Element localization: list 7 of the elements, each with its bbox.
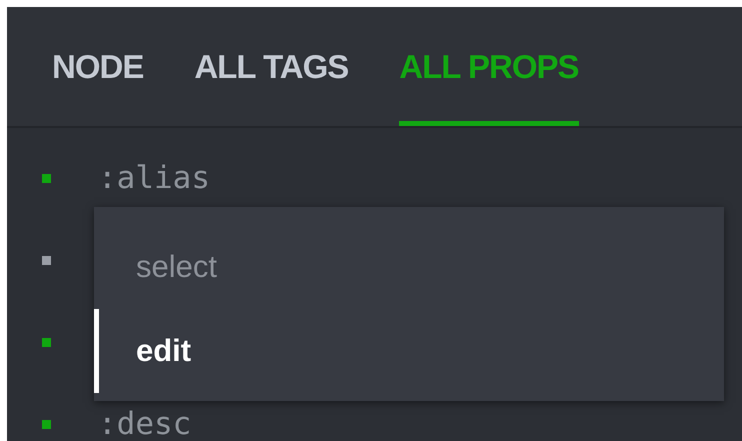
tab[interactable]: ALL PROPS xyxy=(399,7,579,126)
tab[interactable]: NODE xyxy=(52,7,144,126)
property-name[interactable]: :alias xyxy=(98,154,210,202)
tab[interactable]: ALL TAGS xyxy=(194,7,348,126)
menu-item[interactable]: edit xyxy=(94,309,724,393)
property-name[interactable]: :desc xyxy=(98,400,192,441)
menu-item[interactable]: select xyxy=(94,225,724,309)
